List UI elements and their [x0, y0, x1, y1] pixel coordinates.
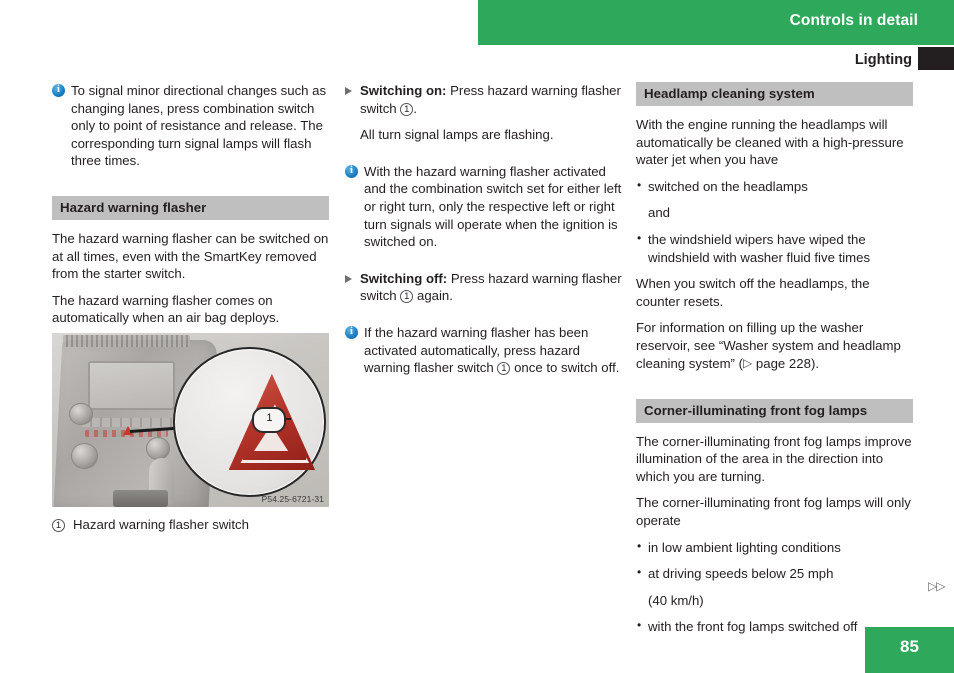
step-switching-on-result: All turn signal lamps are flashing.	[360, 127, 554, 143]
heading-headlamp-cleaning-system: Headlamp cleaning system	[636, 82, 913, 106]
step-switching-off-again: again.	[416, 288, 453, 304]
step-switching-on: Switching on: Press hazard warning flash…	[345, 82, 622, 117]
figure-console-tray	[112, 489, 169, 507]
figure-hazard-warning-switch: 1 P54.25-6721-31	[52, 333, 329, 507]
list-item: at driving speeds below 25 mph	[636, 564, 913, 583]
right-column: Headlamp cleaning system With the engine…	[636, 82, 913, 645]
figure-knob-left-lower	[71, 442, 99, 469]
info-note-auto-text-b: once to switch off.	[514, 360, 620, 376]
washer-reference-close: ).	[810, 355, 819, 371]
ref-circle-1: 1	[400, 290, 414, 304]
washer-reference-page: page 228	[755, 355, 811, 371]
chapter-title: Controls in detail	[789, 12, 918, 29]
headlamp-conditions-list: switched on the headlamps and the windsh…	[636, 177, 913, 266]
figure-caption-number: 1	[52, 519, 65, 532]
footer-page-badge: 85	[865, 627, 954, 673]
info-icon	[52, 83, 65, 97]
heading-hazard-warning-flasher: Hazard warning flasher	[52, 195, 329, 220]
figure-caption-text: Hazard warning flasher switch	[73, 517, 249, 532]
paragraph-hazard-airbag: The hazard warning flasher comes on auto…	[52, 292, 280, 326]
ref-circle-1: 1	[400, 102, 414, 116]
step-switching-off-label: Switching off:	[360, 270, 448, 286]
ref-circle-1: 1	[497, 362, 511, 376]
step-switching-off: Switching off: Press hazard warning flas…	[345, 270, 622, 305]
step-switching-on-label: Switching on:	[360, 83, 447, 98]
info-icon	[345, 325, 358, 339]
paragraph-headlamp-cleaning: With the engine running the headlamps wi…	[636, 117, 904, 168]
info-note-combination-switch: With the hazard warning flasher activate…	[345, 163, 622, 251]
info-note-turn-signal: To signal minor directional changes such…	[52, 82, 329, 170]
paragraph-washer-reference: For information on filling up the washer…	[636, 319, 913, 372]
figure-magnifier-circle: 1	[172, 346, 327, 498]
heading-corner-illuminating-fog-lamps: Corner-illuminating front fog lamps	[636, 398, 913, 423]
list-item-speed-metric: (40 km/h)	[648, 592, 704, 608]
list-item: switched on the headlamps	[636, 177, 913, 196]
paragraph-counter-resets: When you switch off the headlamps, the c…	[636, 276, 870, 309]
triangle-bullet-icon	[345, 87, 352, 95]
middle-column: Switching on: Press hazard warning flash…	[345, 82, 622, 386]
info-note-combination-text: With the hazard warning flasher activate…	[364, 163, 622, 250]
continuation-marker-icon: ▷▷	[928, 579, 945, 593]
triangle-bullet-icon	[345, 274, 352, 283]
figure-callout-1: 1	[252, 407, 287, 434]
paragraph-hazard-switched-on: The hazard warning flasher can be switch…	[52, 230, 329, 282]
info-note-text: To signal minor directional changes such…	[71, 83, 327, 169]
figure-display-screen	[88, 360, 176, 411]
cross-reference-triangle-icon: ▷	[743, 356, 753, 371]
list-item: in low ambient lighting conditions	[636, 538, 913, 557]
section-title: Lighting	[854, 52, 912, 68]
header-black-tab	[918, 47, 954, 70]
figure-caption: 1 Hazard warning flasher switch	[52, 517, 342, 533]
figure-air-vent	[63, 334, 191, 347]
paragraph-corner-fog-lamps-desc: The corner-illuminating front fog lamps …	[636, 433, 912, 484]
figure-image-id: P54.25-6721-31	[261, 494, 324, 504]
step-switching-on-period: .	[413, 100, 417, 116]
paragraph-corner-fog-lamps-operate: The corner-illuminating front fog lamps …	[636, 495, 911, 528]
list-item: the windshield wipers have wiped the win…	[636, 230, 913, 266]
list-item-conjunction: and	[648, 205, 671, 221]
info-note-auto-activated: If the hazard warning flasher has been a…	[345, 324, 622, 377]
figure-knob-left-upper	[68, 402, 93, 426]
fog-lamp-conditions-list: in low ambient lighting conditions at dr…	[636, 538, 913, 636]
left-column: To signal minor directional changes such…	[52, 82, 329, 336]
page-number: 85	[900, 637, 919, 656]
info-icon	[345, 164, 358, 178]
